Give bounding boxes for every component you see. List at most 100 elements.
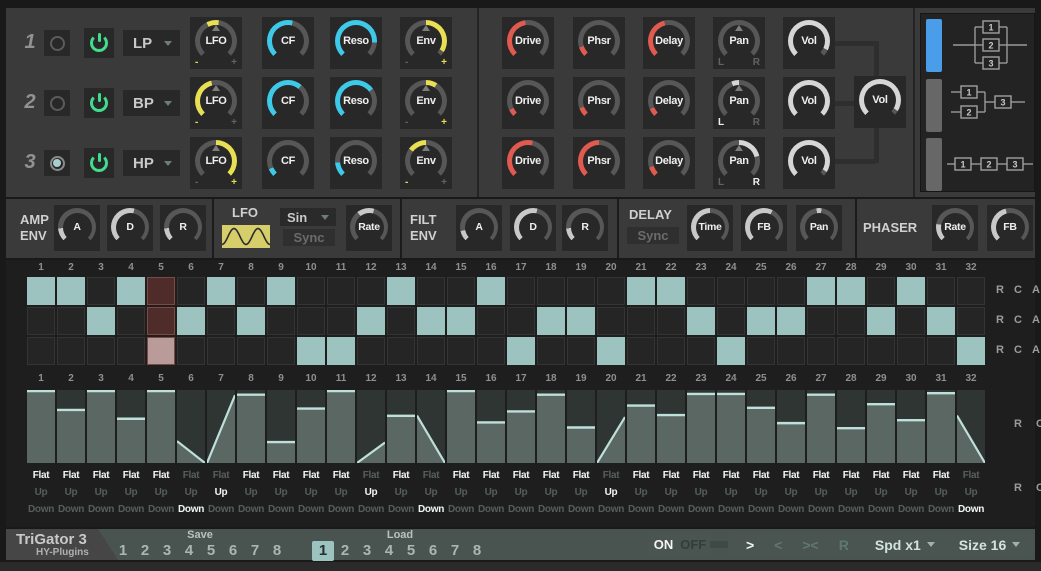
channel-select-radio[interactable] [44, 90, 70, 116]
gate-step-30[interactable] [897, 337, 925, 365]
lfo-rate-knob[interactable]: Rate [346, 205, 392, 251]
shape-option-down[interactable]: Down [237, 501, 265, 518]
level-step-4[interactable] [117, 390, 145, 463]
shape-option-flat[interactable]: Flat [297, 467, 325, 484]
routing-option-parallel[interactable] [926, 19, 942, 72]
gate-step-28[interactable] [837, 307, 865, 335]
pan-knob[interactable]: PanLR [713, 137, 765, 189]
shape-option-flat[interactable]: Flat [207, 467, 235, 484]
gate-step-2[interactable] [57, 307, 85, 335]
shape-option-down[interactable]: Down [387, 501, 415, 518]
filt-release-knob[interactable]: R [562, 205, 608, 251]
gate-step-16[interactable] [477, 307, 505, 335]
shape-option-up[interactable]: Up [567, 484, 595, 501]
shape-option-down[interactable]: Down [117, 501, 145, 518]
gate-step-22[interactable] [657, 277, 685, 305]
gate-step-3[interactable] [87, 277, 115, 305]
shape-option-down[interactable]: Down [207, 501, 235, 518]
gate-step-27[interactable] [807, 277, 835, 305]
gate-step-11[interactable] [327, 307, 355, 335]
gate-step-19[interactable] [567, 277, 595, 305]
shape-option-down[interactable]: Down [477, 501, 505, 518]
gate-step-18[interactable] [537, 307, 565, 335]
gate-step-29[interactable] [867, 277, 895, 305]
reso-knob[interactable]: Reso [330, 137, 382, 189]
gate-step-28[interactable] [837, 337, 865, 365]
shape-option-flat[interactable]: Flat [957, 467, 985, 484]
gate-step-11[interactable] [327, 337, 355, 365]
a-button[interactable]: A [1030, 344, 1041, 356]
level-step-9[interactable] [267, 390, 295, 463]
gate-step-32[interactable] [957, 337, 985, 365]
phsr-knob[interactable]: Phsr [573, 137, 625, 189]
level-step-19[interactable] [567, 390, 595, 463]
gate-step-20[interactable] [597, 337, 625, 365]
shape-option-up[interactable]: Up [237, 484, 265, 501]
gate-step-22[interactable] [657, 337, 685, 365]
gate-step-5[interactable] [147, 277, 175, 305]
level-step-23[interactable] [687, 390, 715, 463]
gate-step-12[interactable] [357, 337, 385, 365]
gate-step-26[interactable] [777, 277, 805, 305]
r-button[interactable]: R [1012, 482, 1024, 494]
save-slot-6[interactable]: 6 [222, 541, 244, 561]
save-slot-5[interactable]: 5 [200, 541, 222, 561]
level-step-22[interactable] [657, 390, 685, 463]
shape-option-up[interactable]: Up [807, 484, 835, 501]
channel-power-button[interactable] [84, 148, 114, 178]
level-step-24[interactable] [717, 390, 745, 463]
drive-knob[interactable]: Drive [502, 77, 554, 129]
gate-step-19[interactable] [567, 337, 595, 365]
cf-knob[interactable]: CF [262, 17, 314, 69]
shape-option-up[interactable]: Up [897, 484, 925, 501]
size-dropdown[interactable]: Size 16 [959, 537, 1020, 553]
load-slot-4[interactable]: 4 [378, 541, 400, 561]
filter-type-dropdown[interactable]: BP [123, 90, 180, 116]
gate-step-28[interactable] [837, 277, 865, 305]
pan-knob[interactable]: PanLR [713, 77, 765, 129]
shape-option-flat[interactable]: Flat [327, 467, 355, 484]
level-step-15[interactable] [447, 390, 475, 463]
gate-step-17[interactable] [507, 307, 535, 335]
r-button[interactable]: R [1012, 418, 1024, 430]
lfo-knob[interactable]: LFO-+ [190, 17, 242, 69]
gate-step-13[interactable] [387, 337, 415, 365]
gate-step-31[interactable] [927, 277, 955, 305]
shape-option-down[interactable]: Down [657, 501, 685, 518]
load-slot-3[interactable]: 3 [356, 541, 378, 561]
gate-step-20[interactable] [597, 307, 625, 335]
shape-option-flat[interactable]: Flat [237, 467, 265, 484]
shape-option-down[interactable]: Down [897, 501, 925, 518]
delay-sync-button[interactable]: Sync [627, 227, 679, 244]
pan-knob[interactable]: PanLR [713, 17, 765, 69]
gate-step-24[interactable] [717, 277, 745, 305]
gate-step-4[interactable] [117, 307, 145, 335]
c-button[interactable]: C [1012, 284, 1024, 296]
level-step-29[interactable] [867, 390, 895, 463]
gate-step-31[interactable] [927, 307, 955, 335]
shape-option-down[interactable]: Down [717, 501, 745, 518]
routing-option-series[interactable] [926, 138, 942, 191]
level-step-1[interactable] [27, 390, 55, 463]
shape-option-flat[interactable]: Flat [567, 467, 595, 484]
gate-step-10[interactable] [297, 307, 325, 335]
shape-option-down[interactable]: Down [597, 501, 625, 518]
a-button[interactable]: A [1030, 284, 1041, 296]
gate-step-12[interactable] [357, 307, 385, 335]
gate-step-16[interactable] [477, 337, 505, 365]
delay-knob[interactable]: Delay [643, 137, 695, 189]
gate-step-25[interactable] [747, 277, 775, 305]
save-slot-4[interactable]: 4 [178, 541, 200, 561]
r-button[interactable]: R [994, 344, 1006, 356]
level-step-30[interactable] [897, 390, 925, 463]
drive-knob[interactable]: Drive [502, 137, 554, 189]
gate-step-5[interactable] [147, 337, 175, 365]
gate-step-8[interactable] [237, 277, 265, 305]
shape-option-up[interactable]: Up [657, 484, 685, 501]
shape-option-flat[interactable]: Flat [387, 467, 415, 484]
shape-option-up[interactable]: Up [627, 484, 655, 501]
c-button[interactable]: C [1034, 418, 1041, 430]
shape-option-down[interactable]: Down [807, 501, 835, 518]
shape-option-up[interactable]: Up [477, 484, 505, 501]
filt-attack-knob[interactable]: A [456, 205, 502, 251]
